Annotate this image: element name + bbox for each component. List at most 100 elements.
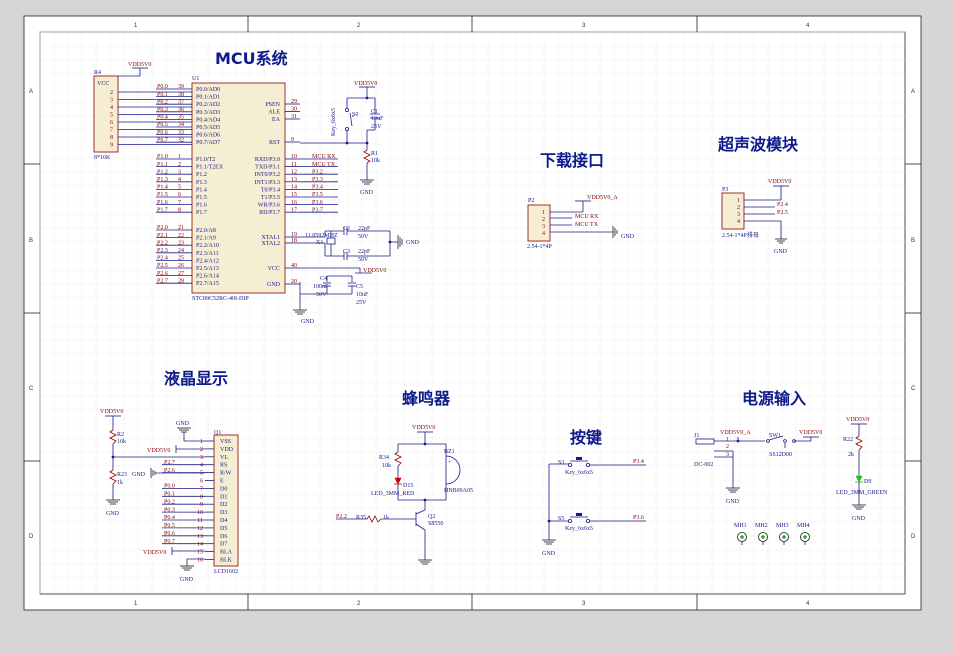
u1-p2-pin-num: 23: [178, 240, 184, 246]
u1-p0-pin-num: 34: [178, 122, 184, 128]
r23-ref: R23: [117, 472, 127, 478]
u1-p0-net: P0.2: [157, 99, 168, 105]
p2-net-tx: MCU TX: [575, 222, 599, 228]
r2-value: 10k: [117, 439, 126, 445]
r4-pin-num: 3: [110, 98, 113, 104]
p2-pins: 1234: [542, 210, 545, 237]
u1-p0-net: P0.7: [157, 137, 168, 143]
s0-type: Key_6x6x5: [331, 108, 337, 136]
lcd-pin-num: 2: [200, 447, 203, 453]
row-label-right: D: [911, 534, 916, 540]
d9-part: LED_3MM_GREEN: [836, 490, 888, 496]
row-label-left: B: [29, 238, 33, 244]
u1-p1-net: P1.5: [157, 192, 168, 198]
u1-p3-pin-name: T1/P3.5: [261, 195, 280, 201]
lcd-pin-num: 16: [197, 558, 203, 564]
sw1-out-label: VDD5V0: [799, 430, 822, 436]
c5-ref: C5: [356, 284, 363, 290]
lcd-gnd-top: GND: [176, 421, 190, 427]
r2-ref: R2: [117, 432, 124, 438]
r35-ref: R35: [356, 515, 366, 521]
j1-jack-icon: [695, 438, 715, 445]
j1-pin-1: 1: [726, 437, 729, 443]
u1-vcc-pin-num: 40: [291, 263, 297, 269]
u1-ctrl-pin-name: PSEN: [265, 102, 280, 108]
row-label-left: A: [29, 89, 33, 95]
lcd-pin-name: BLK: [220, 558, 233, 564]
u1-p2-pin-name: P2.6/A14: [196, 274, 219, 280]
u1-p3-net: P3.7: [312, 207, 323, 213]
keys-gnd-label: GND: [542, 551, 556, 557]
u1-p3-pin-name: INT0/P3.2: [255, 172, 281, 178]
reset-supply-label: VDD5V0: [354, 81, 377, 87]
x1-value: 11.0592MHZ: [305, 233, 338, 239]
u1-p1-pin-name: P1.7: [196, 210, 207, 216]
crystal-gnd-label: GND: [406, 240, 420, 246]
u1-p1-net: P1.3: [157, 177, 168, 183]
r4-vcc-pin: VCC: [97, 81, 109, 87]
lcd-net: P0.1: [164, 492, 175, 498]
u1-p3-net: P3.2: [312, 169, 323, 175]
c3-value: 22pF: [358, 249, 371, 255]
mounting-hole-pad: [740, 535, 744, 539]
u1-p2-net: P2.1: [157, 233, 168, 239]
u1-p1-pin-name: P1.0/T2: [196, 157, 215, 163]
r4-pin-num: 5: [110, 113, 113, 119]
u1-p3-net: MCU TX: [312, 162, 336, 168]
u1-p0-pin-name: P0.7/AD7: [196, 140, 220, 146]
lcd-pin-name: D1: [220, 494, 227, 500]
u1-p2-net: P2.7: [157, 278, 168, 284]
u1-p0-pin-name: P0.0/AD0: [196, 87, 220, 93]
s5-type: Key_6x6x5: [565, 526, 593, 532]
r1-value: 10k: [371, 158, 380, 164]
u1-p3-pin-num: 14: [291, 185, 297, 191]
u1-p1-net: P1.0: [157, 154, 168, 160]
r23-value: 1k: [117, 480, 123, 486]
lcd-pin-num: 3: [200, 455, 203, 461]
u1-p3-pin-num: 11: [291, 162, 297, 168]
p3-net-p24: P2.4: [777, 202, 788, 208]
u1-p3-pin-name: RD/P3.7: [259, 210, 280, 216]
u1-p0-net: P0.0: [157, 84, 168, 90]
u1-p1-pin-name: P1.3: [196, 180, 207, 186]
lcd-pin-name: RS: [220, 463, 227, 469]
u1-p0-pin-num: 38: [178, 92, 184, 98]
lcd-pin-name: D2: [220, 502, 227, 508]
d15-ref: D15: [403, 483, 413, 489]
u1-p3-pin-num: 16: [291, 200, 297, 206]
lcd-gnd-r23: GND: [106, 511, 120, 517]
u1-p2-pin-num: 27: [178, 271, 184, 277]
u1-p0-pin-name: P0.3/AD3: [196, 110, 220, 116]
u1-p3-pin-name: T0/P3.4: [261, 187, 280, 193]
sw1-part: SS12D00: [769, 452, 792, 458]
lcd-net: P2.7: [164, 460, 175, 466]
p2-pin-num: 4: [542, 231, 545, 237]
u1-p2-pin-name: P2.3/A11: [196, 251, 219, 257]
lcd-pin-name: D3: [220, 510, 227, 516]
mounting-hole-pad: [803, 535, 807, 539]
u1-ctrl-pin-num: 30: [291, 107, 297, 113]
lcd-pin-num: 11: [197, 518, 203, 524]
p3-pin-num: 2: [737, 205, 740, 211]
u1-p1-pin-num: 5: [178, 185, 181, 191]
r4-value: 8*10K: [94, 155, 111, 161]
mounting-hole-label: MH1: [734, 523, 747, 529]
r35-value: 1k: [383, 515, 389, 521]
lcd-gnd-rw: GND: [132, 472, 146, 478]
r22-ref: R22: [843, 437, 853, 443]
title-ultrasonic: 超声波模块: [717, 135, 799, 154]
p3-gnd-label: GND: [774, 249, 788, 255]
u1-p2-pin-name: P2.2/A10: [196, 243, 219, 249]
r4-pin-num: 9: [110, 143, 113, 149]
u1-vcc-pin-name: VCC: [268, 266, 280, 272]
lcd-net: P0.2: [164, 499, 175, 505]
r4-ref: R4: [94, 70, 101, 76]
u1-p3-net: P3.6: [312, 200, 323, 206]
s3-net: P3.4: [633, 459, 644, 465]
u1-p1-net: P1.7: [157, 207, 168, 213]
u1-ctrl-pin-name: ALE: [268, 110, 280, 116]
u1-p3-pin-num: 12: [291, 169, 297, 175]
decoupling-gnd-label: GND: [301, 319, 315, 325]
lcd-pin-name: E: [220, 479, 224, 485]
power-gnd-j1: GND: [726, 499, 740, 505]
